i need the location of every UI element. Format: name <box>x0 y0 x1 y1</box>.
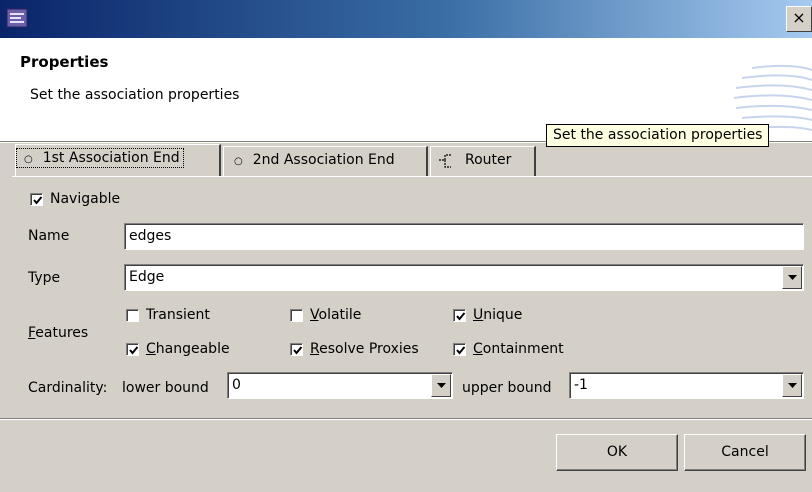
transient-checkbox[interactable]: Transient <box>126 307 210 323</box>
upper-bound-dropdown-button[interactable] <box>782 374 802 397</box>
chevron-down-icon <box>437 383 446 388</box>
volatile-checkbox[interactable]: Volatile <box>290 307 361 323</box>
checkbox-box[interactable] <box>290 342 303 356</box>
name-label: Name <box>28 228 70 244</box>
chevron-down-icon <box>788 275 797 280</box>
tab-label: 2nd Association End <box>252 152 395 168</box>
upper-bound-combo[interactable]: -1 <box>569 372 804 399</box>
upper-bound-label: upper bound <box>462 380 552 396</box>
eclipse-app-icon <box>6 8 28 28</box>
page-title: Properties <box>20 53 109 71</box>
button-bar-separator <box>0 418 812 420</box>
features-label: Features <box>28 325 89 341</box>
checkbox-box[interactable] <box>290 308 303 322</box>
tab-label: Router <box>465 152 512 168</box>
title-bar[interactable]: × <box>0 0 812 38</box>
lower-bound-dropdown-button[interactable] <box>431 374 451 397</box>
tab-router[interactable]: Router <box>430 146 536 176</box>
tab-2nd-association-end[interactable]: ○ 2nd Association End <box>223 146 428 176</box>
containment-label: Containment <box>473 341 564 357</box>
lower-bound-value: 0 <box>232 377 241 393</box>
name-input[interactable]: edges <box>124 223 804 250</box>
tab-focus-outline: ○ 1st Association End <box>16 148 184 168</box>
cancel-button[interactable]: Cancel <box>684 434 806 471</box>
volatile-label: Volatile <box>310 307 362 323</box>
lower-bound-label: lower bound <box>122 380 209 396</box>
end-radio-icon: ○ <box>234 156 243 167</box>
type-combo[interactable]: Edge <box>124 264 804 291</box>
router-icon <box>437 153 457 169</box>
tab-panel-border <box>12 176 812 177</box>
properties-dialog: × Properties Set the association propert… <box>0 0 812 492</box>
checkbox-box[interactable] <box>30 192 43 206</box>
upper-bound-value: -1 <box>574 377 588 393</box>
navigable-label: Navigable <box>50 191 121 207</box>
tab-1st-association-end[interactable]: ○ 1st Association End <box>15 144 221 177</box>
changeable-label: Changeable <box>146 341 230 357</box>
checkbox-box[interactable] <box>453 342 466 356</box>
chevron-down-icon <box>788 383 797 388</box>
changeable-checkbox[interactable]: Changeable <box>126 341 230 357</box>
containment-checkbox[interactable]: Containment <box>453 341 564 357</box>
resolve-proxies-label: Resolve Proxies <box>310 341 419 357</box>
checkbox-box[interactable] <box>453 308 466 322</box>
transient-label: Transient <box>146 307 210 323</box>
unique-label: Unique <box>473 307 523 323</box>
type-value: Edge <box>129 269 165 285</box>
type-label: Type <box>28 270 61 286</box>
unique-checkbox[interactable]: Unique <box>453 307 522 323</box>
close-icon: × <box>792 8 806 27</box>
checkbox-box[interactable] <box>126 342 139 356</box>
tab-label: 1st Association End <box>42 150 180 166</box>
ok-button[interactable]: OK <box>556 434 678 471</box>
end-radio-icon: ○ <box>24 154 33 165</box>
navigable-checkbox[interactable]: Navigable <box>30 191 120 207</box>
cardinality-label: Cardinality: <box>28 380 108 396</box>
type-dropdown-button[interactable] <box>782 266 802 289</box>
tooltip: Set the association properties <box>546 124 770 147</box>
resolve-proxies-checkbox[interactable]: Resolve Proxies <box>290 341 419 357</box>
close-button[interactable]: × <box>786 6 812 32</box>
lower-bound-combo[interactable]: 0 <box>227 372 453 399</box>
checkbox-box[interactable] <box>126 308 139 322</box>
page-description: Set the association properties <box>30 87 240 103</box>
